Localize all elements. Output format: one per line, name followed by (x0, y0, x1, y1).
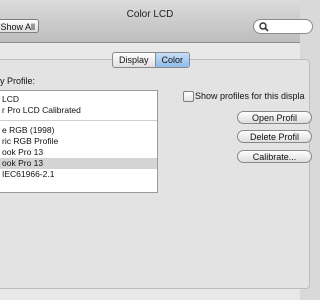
list-item[interactable]: IEC61966-2.1 (0, 169, 157, 180)
delete-profile-button[interactable]: Delete Profil (237, 130, 312, 143)
tab-color[interactable]: Color (154, 53, 190, 67)
display-profile-label: y Profile: (0, 76, 36, 86)
open-profile-button[interactable]: Open Profil (237, 111, 312, 124)
show-all-profiles-label: Show profiles for this displa (195, 91, 305, 101)
title-bar: Color LCD Show All (0, 0, 313, 43)
list-item[interactable]: r Pro LCD Calibrated (0, 105, 157, 116)
search-icon (259, 22, 269, 32)
window-title: Color LCD (126, 9, 174, 20)
calibrate-button[interactable]: Calibrate... (237, 150, 312, 163)
show-all-profiles-checkbox[interactable] (183, 91, 194, 102)
list-item[interactable]: e RGB (1998) (0, 125, 157, 136)
list-item[interactable]: LCD (0, 94, 157, 105)
show-all-button[interactable]: Show All (0, 19, 39, 33)
list-item[interactable]: ric RGB Profile (0, 136, 157, 147)
list-divider (0, 120, 157, 121)
list-item-selected[interactable]: ook Pro 13 (0, 158, 157, 169)
list-item[interactable]: ook Pro 13 (0, 147, 157, 158)
tab-display[interactable]: Display (113, 53, 155, 67)
search-field[interactable] (253, 19, 313, 34)
segmented-tabs: Display Color (112, 52, 191, 68)
profile-list[interactable]: LCD r Pro LCD Calibrated e RGB (1998) ri… (0, 90, 158, 193)
